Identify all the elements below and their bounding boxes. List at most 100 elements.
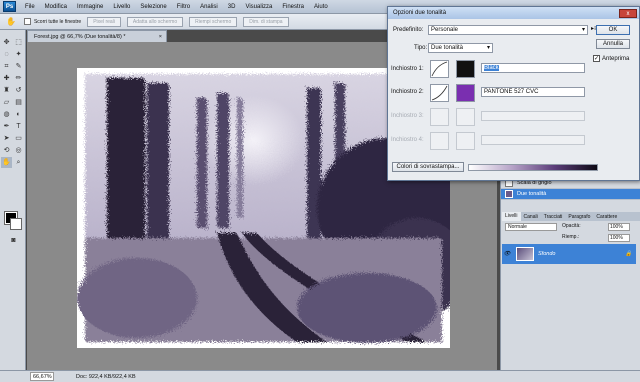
ink2-name-field[interactable]: PANTONE 527 CVC <box>481 87 585 97</box>
hand-tool-icon[interactable]: ✋ <box>1 157 12 168</box>
lock-icon: 🔒 <box>625 251 632 257</box>
dodge-tool-icon[interactable]: ◐ <box>13 109 24 120</box>
layer-thumbnail <box>516 247 534 261</box>
blur-tool-icon[interactable]: ◍ <box>1 109 12 120</box>
3d-rotate-icon[interactable]: ⟲ <box>1 145 12 156</box>
ink2-curve[interactable] <box>430 84 449 102</box>
ink4-curve <box>430 132 449 150</box>
move-tool-icon[interactable]: ✥ <box>1 37 12 48</box>
menu-file[interactable]: File <box>20 0 40 14</box>
layer-row[interactable]: 👁 Sfondo 🔒 <box>502 244 636 264</box>
tab-carattere[interactable]: Carattere <box>593 214 620 220</box>
zoom-field[interactable]: 66,67% <box>30 372 54 381</box>
ink3-name-field <box>481 111 585 121</box>
preview-checkbox[interactable]: ✓ <box>593 55 600 62</box>
menu-3d[interactable]: 3D <box>223 0 241 14</box>
menu-finestra[interactable]: Finestra <box>277 0 309 14</box>
ink3-curve <box>430 108 449 126</box>
preset-label: Predefinito: <box>393 27 424 33</box>
layers-panel-tabs: Livelli Canali Tracciati Paragrafo Carat… <box>502 212 640 221</box>
menu-modifica[interactable]: Modifica <box>40 0 72 14</box>
close-button[interactable]: x <box>619 8 637 18</box>
preset-value: Personale <box>431 27 459 33</box>
crop-tool-icon[interactable]: ⌗ <box>1 61 12 72</box>
blend-mode-select[interactable]: Normale <box>505 223 557 231</box>
eraser-icon[interactable]: ▱ <box>1 97 12 108</box>
tab-livelli[interactable]: Livelli <box>502 212 521 221</box>
quick-mask-icon[interactable]: ◙ <box>8 235 19 246</box>
preview-label: Anteprima <box>602 55 630 62</box>
lasso-tool-icon[interactable]: ◌ <box>1 49 12 60</box>
document-tab[interactable]: Forest.jpg @ 66,7% (Due tonalità/8) * × <box>27 30 167 42</box>
eyedropper-icon[interactable]: ✎ <box>13 61 24 72</box>
ink1-label: Inchiostro 1: <box>391 66 424 72</box>
cancel-button[interactable]: Annulla <box>596 39 630 49</box>
tab-paragrafo[interactable]: Paragrafo <box>565 214 593 220</box>
curve-icon <box>431 61 448 77</box>
fill-label: Riemp.: <box>562 234 580 240</box>
tab-tracciati[interactable]: Tracciati <box>541 214 566 220</box>
shape-tool-icon[interactable]: ▭ <box>13 133 24 144</box>
fill-screen-button[interactable]: Riempi schermo <box>189 16 238 27</box>
fill-field[interactable]: 100% <box>608 234 630 242</box>
dialog-title-bar[interactable]: Opzioni due tonalità x <box>388 7 639 19</box>
scroll-all-windows-checkbox[interactable] <box>23 18 31 25</box>
ink1-curve[interactable] <box>430 60 449 78</box>
menu-immagine[interactable]: Immagine <box>72 0 108 14</box>
document-tab-title: Forest.jpg @ 66,7% (Due tonalità/8) * <box>34 33 126 40</box>
layer-name: Sfondo <box>538 251 556 257</box>
type-select[interactable]: Due tonalità ▾ <box>428 43 493 53</box>
ink3-swatch <box>456 108 475 126</box>
status-bar: 66,67% Doc: 922,4 KB/922,4 KB <box>0 370 640 382</box>
print-size-button[interactable]: Dim. di stampa <box>243 16 289 27</box>
opacity-label: Opacità: <box>562 223 581 229</box>
type-tool-icon[interactable]: T <box>13 121 24 132</box>
clone-stamp-icon[interactable]: ♜ <box>1 85 12 96</box>
magic-wand-icon[interactable]: ✦ <box>13 49 24 60</box>
overprint-colors-button[interactable]: Colori di sovrastampa... <box>392 162 464 172</box>
opacity-field[interactable]: 100% <box>608 223 630 231</box>
menu-analisi[interactable]: Analisi <box>195 0 223 14</box>
marquee-tool-icon[interactable]: ⬚ <box>13 37 24 48</box>
dialog-title: Opzioni due tonalità <box>393 10 447 16</box>
ok-button[interactable]: OK <box>596 25 630 35</box>
ink1-name-field[interactable]: Black <box>481 63 585 73</box>
history-item-active[interactable]: Due tonalità <box>501 189 640 200</box>
menu-visualizza[interactable]: Visualizza <box>240 0 277 14</box>
path-select-icon[interactable]: ➤ <box>1 133 12 144</box>
ink1-name-value: Black <box>484 65 499 71</box>
hand-tool-icon: ✋ <box>6 17 16 26</box>
close-icon[interactable]: × <box>159 34 162 40</box>
history-brush-icon[interactable]: ↺ <box>13 85 24 96</box>
gradient-icon[interactable]: ▤ <box>13 97 24 108</box>
history-item-label: Due tonalità <box>517 191 547 197</box>
actual-pixels-button[interactable]: Pixel reali <box>87 16 121 27</box>
ink2-label: Inchiostro 2: <box>391 89 424 95</box>
healing-brush-icon[interactable]: ✚ <box>1 73 12 84</box>
fit-screen-button[interactable]: Adatta allo schermo <box>126 16 184 27</box>
preview-option[interactable]: ✓ Anteprima <box>593 55 629 62</box>
tools-panel: ✥ ⬚ ◌ ✦ ⌗ ✎ ✚ ✏ ♜ ↺ ▱ ▤ ◍ ◐ ✒ T ➤ ▭ ⟲ ◎ ✋ ⌕ ◙ <box>0 30 26 370</box>
duotone-gradient-bar <box>468 164 598 171</box>
ink4-swatch <box>456 132 475 150</box>
right-panel: Scala di grigio Due tonalità <box>500 176 640 370</box>
ink4-name-field <box>481 135 585 145</box>
eye-icon[interactable]: 👁 <box>502 251 512 257</box>
chevron-down-icon: ▾ <box>486 45 490 51</box>
ink1-swatch[interactable] <box>456 60 475 78</box>
pen-tool-icon[interactable]: ✒ <box>1 121 12 132</box>
3d-orbit-icon[interactable]: ◎ <box>13 145 24 156</box>
menu-selezione[interactable]: Selezione <box>135 0 171 14</box>
preset-select[interactable]: Personale ▾ <box>428 25 588 35</box>
menu-livello[interactable]: Livello <box>108 0 135 14</box>
ink4-label: Inchiostro 4: <box>391 137 424 143</box>
background-color-swatch[interactable] <box>10 218 22 230</box>
type-label: Tipo: <box>414 45 428 51</box>
brush-tool-icon[interactable]: ✏ <box>13 73 24 84</box>
ink2-swatch[interactable] <box>456 84 475 102</box>
doc-info[interactable]: Doc: 922,4 KB/922,4 KB <box>76 374 136 380</box>
tab-canali[interactable]: Canali <box>521 214 541 220</box>
menu-aiuto[interactable]: Aiuto <box>309 0 333 14</box>
menu-filtro[interactable]: Filtro <box>172 0 195 14</box>
zoom-tool-icon[interactable]: ⌕ <box>13 157 24 168</box>
